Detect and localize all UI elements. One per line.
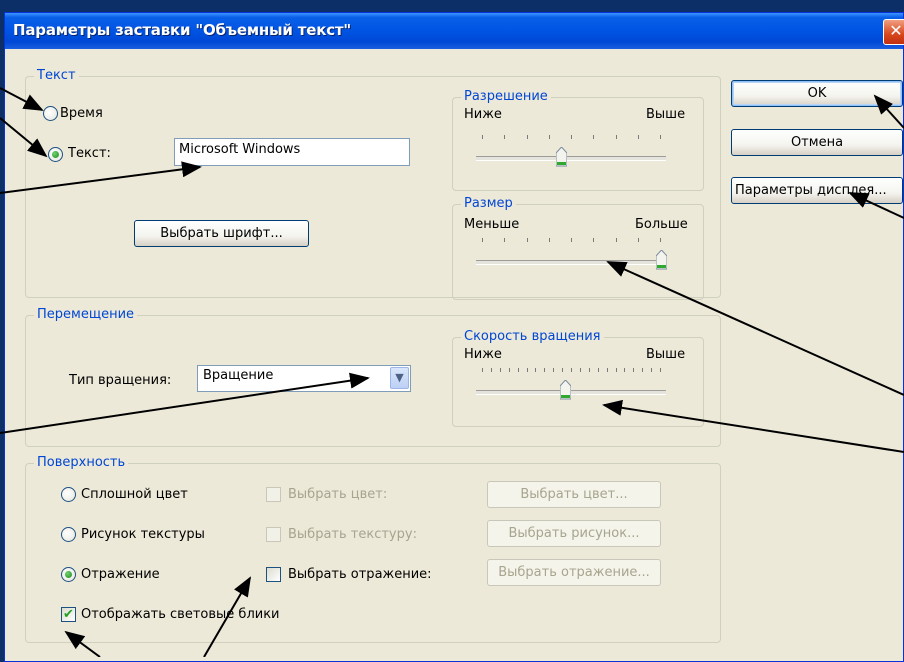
choose-picture-button[interactable]: Выбрать рисунок... xyxy=(487,520,661,547)
slider-tick xyxy=(544,368,546,372)
text-input[interactable]: Microsoft Windows xyxy=(174,138,410,166)
rotation-speed-slider-thumb[interactable] xyxy=(560,380,571,400)
cancel-button[interactable]: Отмена xyxy=(731,129,903,156)
choose-font-button[interactable]: Выбрать шрифт... xyxy=(134,220,309,247)
slider-tick xyxy=(660,238,661,242)
window-title: Параметры заставки "Объемный текст" xyxy=(13,21,351,39)
slider-tick xyxy=(562,368,564,372)
slider-tick xyxy=(624,368,626,372)
display-settings-button[interactable]: Параметры дисплея... xyxy=(731,177,903,204)
rotation-type-value: Вращение xyxy=(203,368,274,383)
slider-tick xyxy=(660,368,661,372)
choose-reflection-checkbox-label[interactable]: Выбрать отражение: xyxy=(288,567,432,582)
slider-tick xyxy=(482,368,483,372)
choose-color-checkbox-label: Выбрать цвет: xyxy=(288,487,388,502)
slider-tick xyxy=(615,238,617,242)
rotation-type-select[interactable]: Вращение ▼ xyxy=(197,365,411,392)
slider-tick xyxy=(651,368,653,372)
slider-tick xyxy=(535,368,537,372)
slider-tick xyxy=(482,135,483,139)
slider-tick xyxy=(553,368,555,372)
choose-reflection-button[interactable]: Выбрать отражение... xyxy=(487,559,661,586)
highlights-checkbox[interactable]: ✔ xyxy=(61,607,76,622)
ok-button[interactable]: OK xyxy=(731,80,903,107)
resolution-high-label: Выше xyxy=(646,107,686,122)
size-legend: Размер xyxy=(461,196,516,211)
slider-tick xyxy=(660,135,661,139)
resolution-legend: Разрешение xyxy=(461,89,551,104)
rotation-speed-legend: Скорость вращения xyxy=(461,329,604,344)
slider-tick xyxy=(637,238,639,242)
choose-color-checkbox[interactable] xyxy=(266,487,281,502)
text-radio-label[interactable]: Текст: xyxy=(68,146,111,161)
slider-tick xyxy=(517,368,519,372)
time-radio[interactable] xyxy=(43,106,58,121)
slider-tick xyxy=(548,135,550,139)
slider-tick xyxy=(571,238,572,242)
resolution-slider-track[interactable] xyxy=(476,156,666,161)
resolution-low-label: Ниже xyxy=(464,107,502,122)
slider-tick xyxy=(526,135,528,139)
movement-legend: Перемещение xyxy=(34,307,138,322)
resolution-slider-thumb[interactable] xyxy=(556,147,567,167)
screensaver-settings-dialog: Параметры заставки "Объемный текст" ✕ Те… xyxy=(4,12,904,662)
text-radio[interactable] xyxy=(48,147,63,162)
time-radio-label[interactable]: Время xyxy=(60,106,103,121)
slider-tick xyxy=(615,135,617,139)
slider-tick xyxy=(615,368,617,372)
slider-tick xyxy=(548,238,550,242)
size-high-label: Больше xyxy=(635,217,688,232)
slider-tick xyxy=(499,368,501,372)
texture-label[interactable]: Рисунок текстуры xyxy=(81,527,205,542)
solid-color-label[interactable]: Сплошной цвет xyxy=(81,487,188,502)
slider-tick xyxy=(526,238,528,242)
solid-color-radio[interactable] xyxy=(61,487,76,502)
rotation-speed-high-label: Выше xyxy=(646,347,686,362)
slider-tick xyxy=(597,368,599,372)
reflection-label[interactable]: Отражение xyxy=(81,567,160,582)
reflection-radio[interactable] xyxy=(61,567,76,582)
slider-tick xyxy=(490,368,492,372)
close-icon[interactable]: ✕ xyxy=(883,19,904,45)
slider-tick xyxy=(633,368,635,372)
highlights-label[interactable]: Отображать световые блики xyxy=(81,607,280,622)
slider-tick xyxy=(588,368,590,372)
choose-texture-checkbox[interactable] xyxy=(266,527,281,542)
size-slider-track[interactable] xyxy=(476,260,666,265)
rotation-type-label: Тип вращения: xyxy=(69,373,172,388)
choose-reflection-checkbox[interactable] xyxy=(266,567,281,582)
rotation-speed-low-label: Ниже xyxy=(464,347,502,362)
size-slider-thumb[interactable] xyxy=(656,250,667,270)
text-group-legend: Текст xyxy=(34,68,79,83)
rotation-speed-slider-track[interactable] xyxy=(476,390,666,395)
slider-tick xyxy=(526,368,528,372)
slider-tick xyxy=(571,368,572,372)
size-low-label: Меньше xyxy=(464,217,520,232)
slider-tick xyxy=(606,368,608,372)
slider-tick xyxy=(504,238,506,242)
choose-texture-checkbox-label: Выбрать текстуру: xyxy=(288,527,417,542)
slider-tick xyxy=(642,368,644,372)
slider-tick xyxy=(571,135,572,139)
slider-tick xyxy=(637,135,639,139)
slider-tick xyxy=(508,368,510,372)
title-bar[interactable]: Параметры заставки "Объемный текст" ✕ xyxy=(5,13,904,49)
slider-tick xyxy=(593,135,595,139)
slider-tick xyxy=(482,238,483,242)
chevron-down-icon[interactable]: ▼ xyxy=(390,367,409,389)
slider-tick xyxy=(593,238,595,242)
texture-radio[interactable] xyxy=(61,527,76,542)
surface-legend: Поверхность xyxy=(34,455,129,470)
slider-tick xyxy=(579,368,581,372)
slider-tick xyxy=(504,135,506,139)
choose-color-button[interactable]: Выбрать цвет... xyxy=(487,481,661,508)
